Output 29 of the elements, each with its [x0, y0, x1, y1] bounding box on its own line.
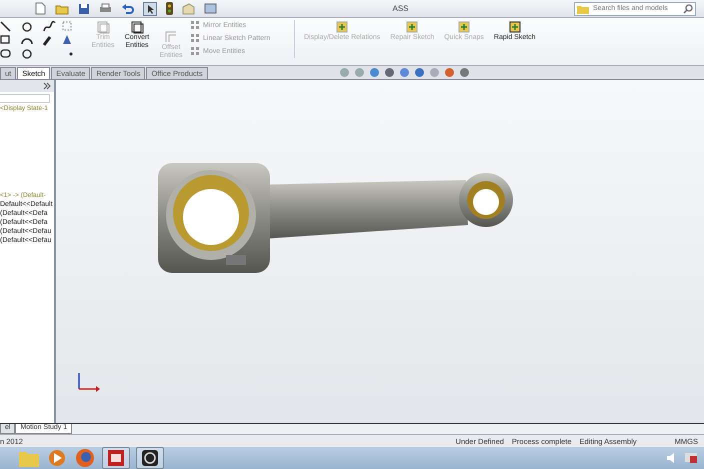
search-icon[interactable]: [682, 4, 693, 14]
axis-triad-icon: [76, 370, 102, 392]
folder-icon[interactable]: [55, 2, 69, 14]
sketch-tool-icon: [190, 33, 200, 43]
undo-icon[interactable]: [121, 2, 134, 14]
filter-field[interactable]: [0, 94, 50, 103]
sketch-tool-icon: [190, 20, 200, 30]
traffic-light-icon[interactable]: [166, 2, 173, 15]
sketch-tool-icon: [190, 46, 200, 56]
sketch-tool-icon: [96, 20, 110, 34]
sketch-tool-icon: [508, 20, 522, 34]
box-icon[interactable]: [182, 2, 195, 14]
expand-icon[interactable]: [43, 82, 51, 90]
offset-icon: [164, 30, 178, 44]
new-document-icon[interactable]: [34, 2, 46, 15]
printer-icon[interactable]: [99, 2, 112, 14]
app-icon: [141, 449, 159, 467]
media-player-icon[interactable]: [46, 448, 68, 468]
window-title: ASS: [391, 4, 408, 13]
browser-icon[interactable]: [74, 448, 96, 468]
taskbar-app-icon[interactable]: [136, 447, 164, 469]
network-icon[interactable]: [684, 452, 698, 464]
sketch-tool-icon: [130, 20, 144, 34]
sketch-tool-icon: [335, 20, 350, 34]
sketch-tool-icon: [457, 20, 472, 34]
screen-icon[interactable]: [204, 2, 217, 14]
sketch-tool-icon: [405, 20, 420, 34]
save-icon[interactable]: [78, 2, 90, 14]
pointer-icon[interactable]: [143, 2, 157, 16]
